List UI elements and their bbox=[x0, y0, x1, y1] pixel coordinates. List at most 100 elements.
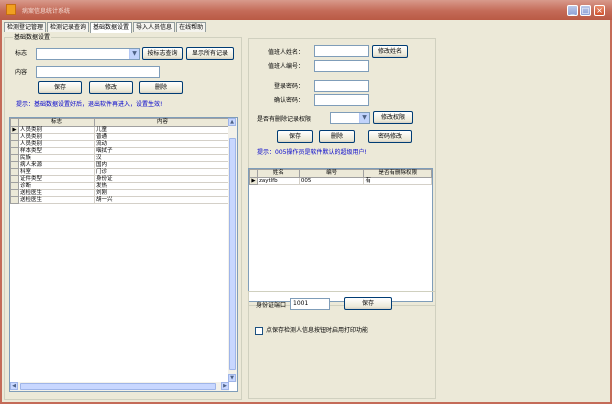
id-input[interactable] bbox=[314, 60, 369, 72]
user-grid[interactable]: 姓名 编号 是否有删除权限 ▶ zaytlfb 005 有 bbox=[248, 168, 433, 302]
tab-register[interactable]: 检测登记管理 bbox=[4, 22, 47, 32]
flag-select[interactable]: ▼ bbox=[36, 48, 140, 60]
scroll-thumb[interactable] bbox=[229, 138, 236, 370]
title-bar: 病案信息统计系统 _ □ × bbox=[0, 0, 612, 20]
tab-help[interactable]: 在线帮助 bbox=[176, 22, 207, 32]
user-table: 姓名 编号 是否有删除权限 ▶ zaytlfb 005 有 bbox=[249, 169, 432, 185]
window-title: 病案信息统计系统 bbox=[22, 8, 71, 15]
table-cell: 005 bbox=[298, 177, 365, 185]
tab-import[interactable]: 导入人员信息 bbox=[133, 22, 176, 32]
table-row[interactable]: 民族汉 bbox=[10, 154, 231, 162]
name-input[interactable] bbox=[314, 45, 369, 57]
port-label: 身份证端口 bbox=[256, 302, 287, 309]
query-by-flag-button[interactable]: 按标志查询 bbox=[142, 47, 183, 60]
table-cell: 发热 bbox=[94, 182, 231, 190]
show-all-button[interactable]: 显示所有记录 bbox=[186, 47, 234, 60]
change-name-button[interactable]: 修改姓名 bbox=[372, 45, 408, 58]
chevron-down-icon[interactable]: ▼ bbox=[129, 49, 139, 59]
app-icon bbox=[6, 4, 16, 15]
scroll-down-icon[interactable]: ▼ bbox=[228, 374, 236, 382]
table-row[interactable]: 证件类型 身份证 bbox=[10, 175, 231, 183]
table-cell: 人员类别 bbox=[18, 133, 95, 141]
column-header-content[interactable]: 内容 bbox=[94, 118, 231, 127]
table-cell: 人员类别 bbox=[18, 126, 95, 134]
change-permission-button[interactable]: 修改权限 bbox=[373, 111, 413, 124]
table-cell: 门诊 bbox=[94, 168, 231, 176]
table-cell: 民族 bbox=[18, 154, 95, 162]
table-cell: 科室 bbox=[18, 168, 95, 176]
scroll-up-icon[interactable]: ▲ bbox=[228, 118, 236, 126]
table-cell: 病人来源 bbox=[18, 161, 95, 169]
tab-query[interactable]: 检测记录查询 bbox=[47, 22, 90, 32]
main-tabs: 检测登记管理 检测记录查询 基础数据设置 导入人员信息 在线帮助 bbox=[4, 22, 207, 33]
maximize-button[interactable]: □ bbox=[580, 5, 591, 16]
minimize-button[interactable]: _ bbox=[567, 5, 578, 16]
tab-basic-data[interactable]: 基础数据设置 bbox=[90, 22, 133, 33]
current-row-icon: ▶ bbox=[10, 126, 19, 134]
column-header-permission[interactable]: 是否有删除权限 bbox=[363, 169, 432, 178]
table-row[interactable]: 人员类别 普通 bbox=[10, 133, 231, 141]
basic-data-table: 标志 内容 ▶ 人员类别 儿童 人员类别 普通 人员类别 流动 样本类型 咽拭子 民族汉 … bbox=[10, 118, 231, 204]
name-label: 值班人姓名： bbox=[268, 49, 305, 56]
basic-delete-button[interactable]: 删除 bbox=[139, 81, 183, 94]
row-indicator-header bbox=[10, 118, 19, 127]
table-cell: 汉 bbox=[94, 154, 231, 162]
user-delete-button[interactable]: 删除 bbox=[319, 130, 355, 143]
scroll-left-icon[interactable]: ◀ bbox=[10, 382, 18, 390]
content-label: 内容 bbox=[15, 69, 28, 76]
table-row[interactable]: 病人来源 国内 bbox=[10, 161, 231, 169]
table-cell: zaytlfb bbox=[256, 177, 300, 185]
table-cell: 刘刚 bbox=[94, 189, 231, 197]
table-cell: 有 bbox=[363, 177, 432, 185]
column-header-name[interactable]: 姓名 bbox=[256, 169, 300, 178]
basic-save-button[interactable]: 保存 bbox=[38, 81, 82, 94]
confirm-password-input[interactable] bbox=[314, 94, 369, 106]
id-label: 值班人编号： bbox=[268, 63, 305, 70]
table-cell: 胡一兴 bbox=[94, 196, 231, 204]
table-row[interactable]: 送检医生 刘刚 bbox=[10, 189, 231, 197]
table-cell: 人员类别 bbox=[18, 140, 95, 148]
table-cell: 儿童 bbox=[94, 126, 231, 134]
password-input[interactable] bbox=[314, 80, 369, 92]
table-cell: 送检医生 bbox=[18, 189, 95, 197]
change-password-button[interactable]: 密码修改 bbox=[368, 130, 412, 143]
content-input[interactable] bbox=[36, 66, 160, 78]
table-row[interactable]: 科室 门诊 bbox=[10, 168, 231, 176]
table-cell: 证件类型 bbox=[18, 175, 95, 183]
close-button[interactable]: × bbox=[594, 5, 605, 16]
user-hint: 提示：005操作员是软件默认的超级用户! bbox=[257, 149, 367, 156]
column-header-id[interactable]: 编号 bbox=[298, 169, 365, 178]
window-client: 检测登记管理 检测记录查询 基础数据设置 导入人员信息 在线帮助 基础数据设置 … bbox=[0, 20, 612, 404]
basic-data-legend: 基础数据设置 bbox=[13, 34, 52, 41]
table-row[interactable]: ▶ zaytlfb 005 有 bbox=[249, 177, 432, 185]
password-label: 登录密码： bbox=[274, 83, 305, 90]
table-row[interactable]: 样本类型 咽拭子 bbox=[10, 147, 231, 155]
column-header-flag[interactable]: 标志 bbox=[18, 118, 95, 127]
table-cell: 流动 bbox=[94, 140, 231, 148]
table-cell: 样本类型 bbox=[18, 147, 95, 155]
table-row[interactable]: 送检医生 胡一兴 bbox=[10, 196, 231, 204]
basic-edit-button[interactable]: 修改 bbox=[89, 81, 133, 94]
basic-hint: 提示：基础数据设置好后，退出软件再进入，设置生效! bbox=[16, 101, 163, 108]
table-row[interactable]: 诊断 发热 bbox=[10, 182, 231, 190]
current-row-icon: ▶ bbox=[249, 177, 258, 185]
table-cell: 咽拭子 bbox=[94, 147, 231, 155]
basic-data-grid[interactable]: 标志 内容 ▶ 人员类别 儿童 人员类别 普通 人员类别 流动 样本类型 咽拭子 民族汉 … bbox=[9, 117, 238, 392]
table-cell: 诊断 bbox=[18, 182, 95, 190]
port-save-button[interactable]: 保存 bbox=[344, 297, 392, 310]
basic-grid-vscrollbar[interactable]: ▲ ▼ bbox=[228, 118, 237, 382]
delete-permission-select[interactable]: ▼ bbox=[330, 112, 370, 124]
row-indicator-header bbox=[249, 169, 258, 178]
basic-grid-hscrollbar[interactable]: ◀ ▶ bbox=[10, 382, 229, 391]
table-row[interactable]: ▶ 人员类别 儿童 bbox=[10, 126, 231, 134]
user-save-button[interactable]: 保存 bbox=[277, 130, 313, 143]
print-checkbox-label: 点保存检测人信息按钮时启用打印功能 bbox=[266, 327, 369, 334]
chevron-down-icon[interactable]: ▼ bbox=[359, 113, 369, 123]
port-input[interactable]: 1001 bbox=[290, 298, 330, 310]
table-row[interactable]: 人员类别 流动 bbox=[10, 140, 231, 148]
table-cell: 身份证 bbox=[94, 175, 231, 183]
scroll-right-icon[interactable]: ▶ bbox=[221, 382, 229, 390]
scroll-thumb-horizontal[interactable] bbox=[20, 383, 216, 390]
print-checkbox[interactable] bbox=[255, 327, 263, 335]
table-cell: 送检医生 bbox=[18, 196, 95, 204]
